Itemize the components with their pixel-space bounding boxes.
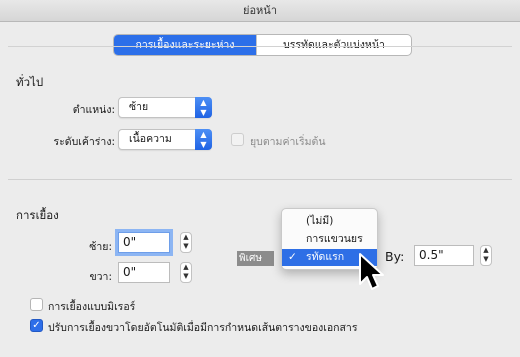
by-stepper[interactable]: ▲ ▼ bbox=[480, 245, 492, 266]
auto-adjust-label: ปรับการเยื้องขวาโดยอัตโนมัติเมื่อมีการกำ… bbox=[48, 322, 358, 334]
left-indent-input[interactable]: 0" bbox=[118, 232, 170, 253]
checkmark-icon: ✓ bbox=[288, 251, 297, 263]
alignment-label: ตำแหน่ง: bbox=[72, 104, 115, 116]
right-indent-input[interactable]: 0" bbox=[118, 262, 170, 283]
by-label: By: bbox=[385, 249, 405, 264]
mirror-indents-checkbox[interactable] bbox=[30, 298, 43, 311]
popup-arrows-icon: ▲ ▼ bbox=[195, 97, 212, 118]
outline-level-label: ระดับเค้าร่าง: bbox=[53, 136, 115, 148]
right-indent-stepper[interactable]: ▲ ▼ bbox=[180, 262, 192, 283]
left-indent-stepper[interactable]: ▲ ▼ bbox=[180, 232, 192, 253]
indentation-heading: การเยื้อง bbox=[16, 208, 59, 222]
menu-item-label: (ไม่มี) bbox=[306, 215, 334, 227]
by-input[interactable]: 0.5" bbox=[414, 245, 474, 266]
menu-item-label: รทัดแรก bbox=[306, 251, 345, 263]
menu-item-label: การแขวนยร bbox=[306, 233, 363, 245]
collapsed-by-default-checkbox[interactable] bbox=[231, 133, 244, 146]
section-divider bbox=[8, 179, 512, 180]
special-label: พิเศษ bbox=[237, 251, 274, 266]
popup-arrows-icon: ▲ ▼ bbox=[195, 129, 212, 150]
window-title: ย่อหน้า bbox=[0, 0, 520, 22]
left-indent-label: ซ้าย: bbox=[89, 241, 112, 253]
alignment-value: ซ้าย bbox=[129, 101, 149, 113]
collapsed-by-default-label: ยุบตามค่าเริ่มต้น bbox=[250, 136, 326, 148]
outline-level-popup[interactable]: เนื้อความ ▲ ▼ bbox=[118, 129, 212, 150]
alignment-popup[interactable]: ซ้าย ▲ ▼ bbox=[118, 97, 212, 118]
outline-level-value: เนื้อความ bbox=[129, 133, 172, 145]
right-indent-label: ขวา: bbox=[89, 271, 112, 283]
menu-item-none[interactable]: (ไม่มี) bbox=[282, 213, 377, 230]
auto-adjust-checkbox[interactable]: ✓ bbox=[30, 319, 43, 332]
mirror-indents-label: การเยื้องแบบมิเรอร์ bbox=[48, 301, 136, 313]
general-heading: ทั่วไป bbox=[16, 75, 44, 89]
menu-item-hanging[interactable]: การแขวนยร bbox=[282, 231, 377, 248]
